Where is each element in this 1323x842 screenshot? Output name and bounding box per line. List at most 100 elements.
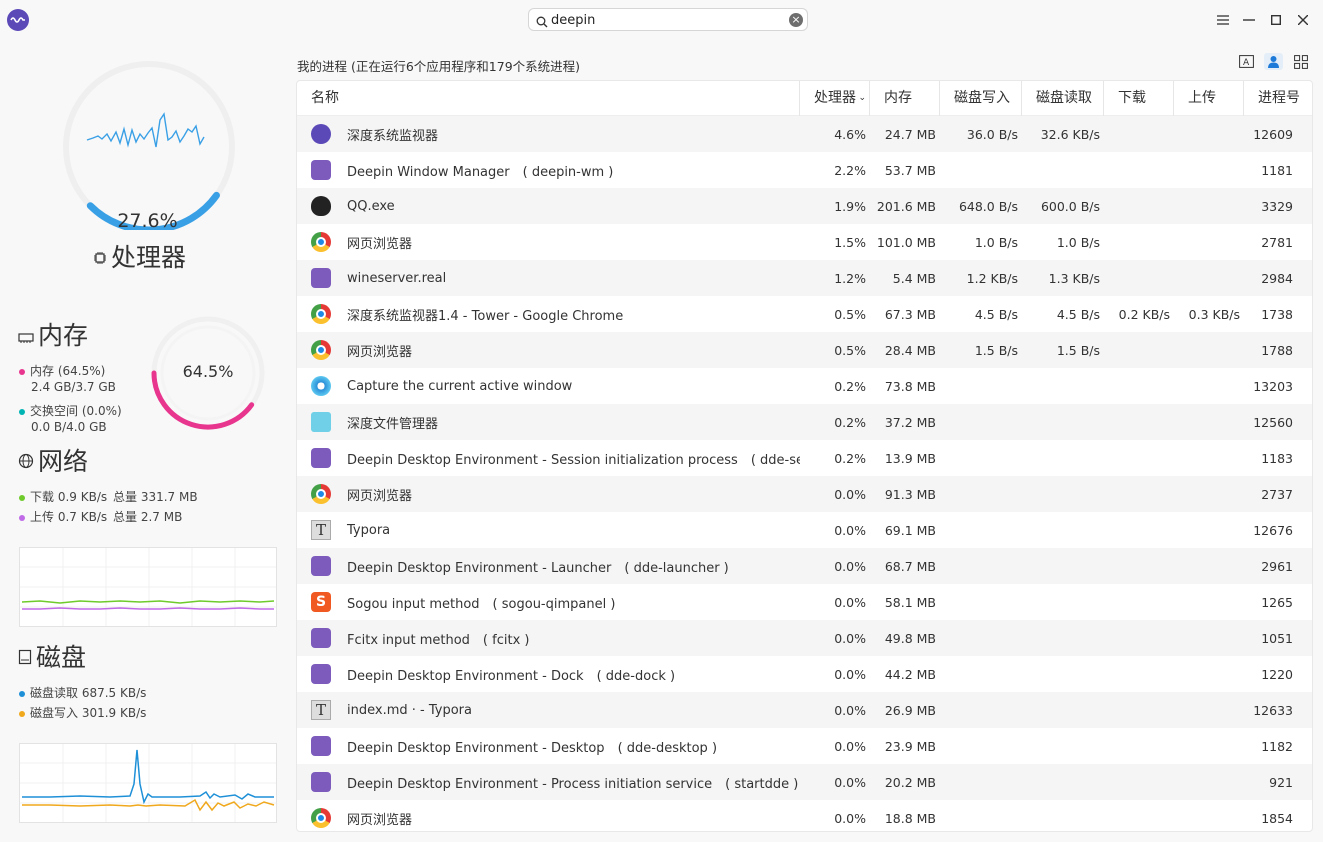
table-row[interactable]: Deepin Window Manager ( deepin-wm ) 2.2% 5…	[297, 152, 1312, 188]
search-box[interactable]: ×	[528, 8, 808, 31]
network-graph	[19, 547, 277, 627]
table-row[interactable]: S Sogou input method ( sogou-qimpanel ) 0.…	[297, 584, 1312, 620]
process-ul: 0.3 KB/s	[1188, 306, 1240, 322]
user-view-icon[interactable]	[1264, 53, 1283, 70]
column-name[interactable]: 名称	[297, 81, 800, 116]
qq-app-icon	[311, 196, 331, 216]
menu-icon[interactable]	[1213, 10, 1233, 30]
table-row[interactable]: 网页浏览器 0.5% 28.4 MB 1.5 B/s 1.5 B/s 1788	[297, 332, 1312, 368]
disk-write-dot	[19, 710, 25, 717]
column-disk-write[interactable]: 磁盘写入	[940, 81, 1022, 116]
process-name: Deepin Desktop Environment - Session ini…	[347, 452, 800, 468]
process-cpu: 0.0%	[834, 558, 866, 574]
process-cpu: 0.0%	[834, 738, 866, 754]
sogou-app-icon: S	[311, 592, 331, 612]
process-pid: 2961	[1261, 558, 1293, 574]
table-row[interactable]: 深度系统监视器 4.6% 24.7 MB 36.0 B/s 32.6 KB/s 12609	[297, 116, 1312, 152]
disk-legend: 磁盘读取 687.5 KB/s 磁盘写入 301.9 KB/s	[19, 685, 146, 721]
minimize-icon[interactable]	[1239, 10, 1259, 30]
disk-icon	[18, 642, 32, 671]
process-name: Deepin Desktop Environment - Process ini…	[347, 776, 799, 792]
process-dr: 1.5 B/s	[1056, 342, 1100, 358]
table-row[interactable]: Tindex.md · - Typora 0.0% 26.9 MB 12633	[297, 692, 1312, 728]
column-download[interactable]: 下载	[1104, 81, 1174, 116]
table-row[interactable]: Deepin Desktop Environment - Process ini…	[297, 764, 1312, 800]
process-dw: 1.5 B/s	[974, 342, 1018, 358]
column-memory[interactable]: 内存	[870, 81, 940, 116]
process-cpu: 0.0%	[834, 810, 866, 826]
maximize-icon[interactable]	[1266, 10, 1286, 30]
process-name-cell: Deepin Desktop Environment - Desktop ( d…	[297, 736, 800, 756]
table-row[interactable]: Capture the current active window 0.2% 73.…	[297, 368, 1312, 404]
table-row[interactable]: Deepin Desktop Environment - Session ini…	[297, 440, 1312, 476]
process-mem: 53.7 MB	[884, 162, 936, 178]
process-mem: 58.1 MB	[884, 594, 936, 610]
column-pid[interactable]: 进程号	[1244, 81, 1312, 116]
column-disk-read[interactable]: 磁盘读取	[1022, 81, 1104, 116]
process-name: wineserver.real	[347, 270, 447, 286]
typora-app-icon: T	[311, 520, 331, 540]
process-pid: 2781	[1261, 234, 1293, 250]
process-name-cell: Deepin Desktop Environment - Dock ( dde-…	[297, 664, 800, 684]
system-overview-panel: 27.6% 处理器 内存 内存 (64.5%) 2.4 GB/3.7 GB 交换…	[0, 40, 290, 842]
process-name-cell: 网页浏览器	[297, 808, 800, 828]
table-body: 深度系统监视器 4.6% 24.7 MB 36.0 B/s 32.6 KB/s 12609…	[297, 116, 1312, 831]
process-name-cell: 网页浏览器	[297, 484, 800, 504]
process-name: index.md · - Typora	[347, 702, 472, 718]
process-name-cell: Deepin Desktop Environment - Process ini…	[297, 772, 800, 792]
file-app-icon	[311, 412, 331, 432]
process-dw: 648.0 B/s	[958, 198, 1018, 214]
process-cpu: 4.6%	[834, 126, 866, 142]
chrome-app-icon	[311, 340, 331, 360]
process-dr: 1.0 B/s	[1056, 234, 1100, 250]
process-cpu: 0.0%	[834, 702, 866, 718]
table-row[interactable]: QQ.exe 1.9% 201.6 MB 648.0 B/s 600.0 B/s 3329	[297, 188, 1312, 224]
process-cpu: 2.2%	[834, 162, 866, 178]
process-pid: 1854	[1261, 810, 1293, 826]
process-mem: 20.2 MB	[884, 774, 936, 790]
process-cpu: 0.0%	[834, 774, 866, 790]
process-name: 网页浏览器	[347, 812, 413, 828]
process-mem: 68.7 MB	[884, 558, 936, 574]
process-summary: 我的进程 (正在运行6个应用程序和179个系统进程)	[297, 59, 581, 74]
clear-search-icon[interactable]: ×	[789, 13, 803, 27]
cpu-chip-icon	[93, 242, 107, 271]
app-view-icon[interactable]: A	[1237, 53, 1256, 70]
process-name: Capture the current active window	[347, 378, 573, 394]
svg-text:A: A	[1243, 58, 1250, 68]
sort-chevron-down-icon: ⌄	[858, 93, 866, 103]
close-icon[interactable]	[1293, 10, 1313, 30]
table-row[interactable]: 深度文件管理器 0.2% 37.2 MB 12560	[297, 404, 1312, 440]
disk-read-dot	[19, 690, 25, 697]
process-mem: 201.6 MB	[876, 198, 936, 214]
process-name: Deepin Window Manager ( deepin-wm )	[347, 164, 614, 180]
process-table: 名称 处理器 ⌄ 内存 磁盘写入 磁盘读取 下载 上传 进程号 深度系统监视器 4.…	[296, 80, 1313, 832]
table-row[interactable]: wineserver.real 1.2% 5.4 MB 1.2 KB/s 1.3 KB/…	[297, 260, 1312, 296]
process-name-cell: Fcitx input method ( fcitx )	[297, 628, 800, 648]
all-processes-view-icon[interactable]	[1291, 53, 1310, 70]
process-mem: 24.7 MB	[884, 126, 936, 142]
search-input[interactable]	[551, 11, 781, 29]
table-row[interactable]: 网页浏览器 0.0% 18.8 MB 1854	[297, 800, 1312, 831]
typora-app-icon: T	[311, 700, 331, 720]
table-row[interactable]: Fcitx input method ( fcitx ) 0.0% 49.8 MB 1…	[297, 620, 1312, 656]
download-dot	[19, 494, 25, 501]
process-cpu: 0.5%	[834, 342, 866, 358]
table-row[interactable]: Deepin Desktop Environment - Dock ( dde-…	[297, 656, 1312, 692]
table-row[interactable]: Deepin Desktop Environment - Launcher ( …	[297, 548, 1312, 584]
process-cpu: 1.9%	[834, 198, 866, 214]
table-row[interactable]: 网页浏览器 1.5% 101.0 MB 1.0 B/s 1.0 B/s 2781	[297, 224, 1312, 260]
table-row[interactable]: 网页浏览器 0.0% 91.3 MB 2737	[297, 476, 1312, 512]
column-cpu[interactable]: 处理器 ⌄	[800, 81, 870, 116]
table-row[interactable]: 深度系统监视器1.4 - Tower - Google Chrome 0.5% 67…	[297, 296, 1312, 332]
column-upload[interactable]: 上传	[1174, 81, 1244, 116]
deepin-app-icon	[311, 664, 331, 684]
table-row[interactable]: T Typora 0.0% 69.1 MB 12676	[297, 512, 1312, 548]
process-name-cell: Deepin Window Manager ( deepin-wm )	[297, 160, 800, 180]
deepin-app-icon	[311, 448, 331, 468]
table-row[interactable]: Deepin Desktop Environment - Desktop ( d…	[297, 728, 1312, 764]
process-mem: 67.3 MB	[884, 306, 936, 322]
deepin-app-icon	[311, 556, 331, 576]
process-pid: 1181	[1261, 162, 1293, 178]
globe-icon	[18, 446, 34, 475]
